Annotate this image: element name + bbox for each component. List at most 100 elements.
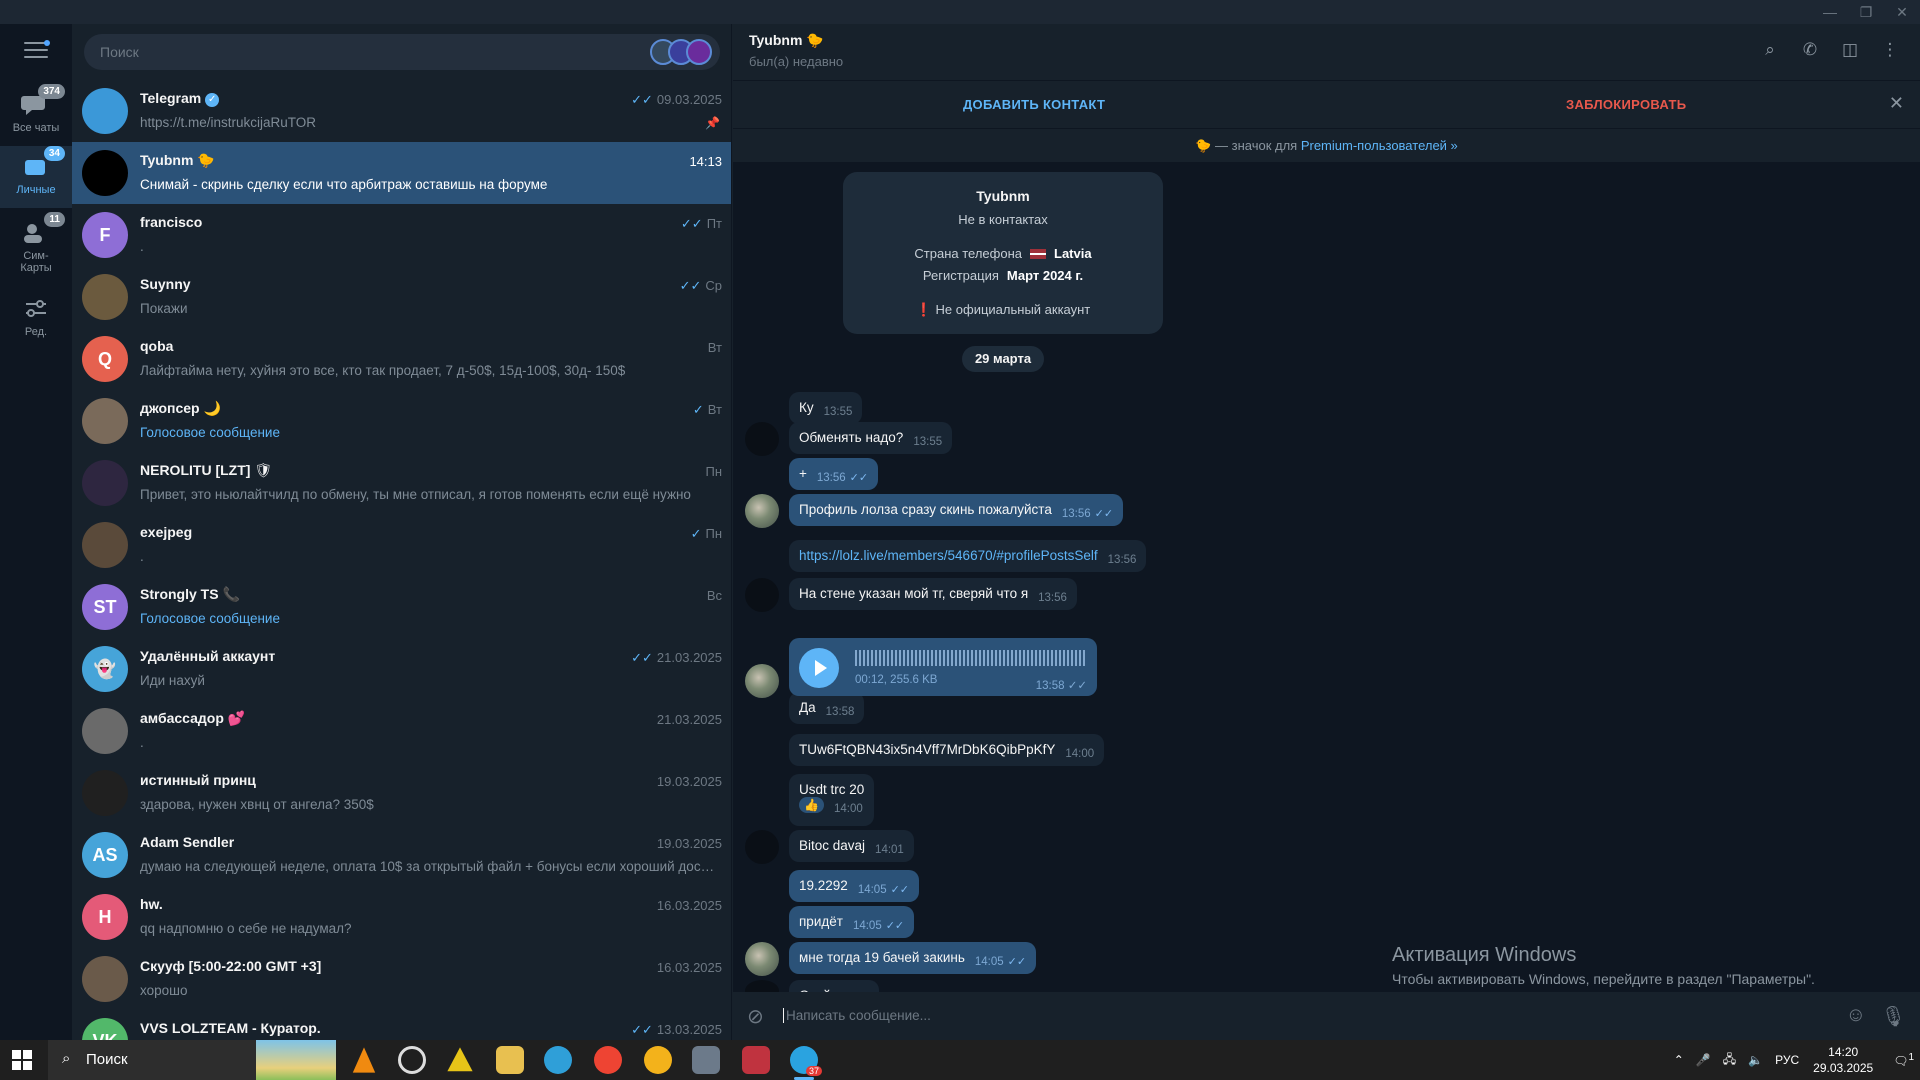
yandex-browser-icon[interactable] — [594, 1046, 622, 1074]
chat-list-item[interactable]: Ffrancisco ✓✓ Пт. — [72, 204, 731, 266]
chat-list-item[interactable]: exejpeg ✓ Пн. — [72, 514, 731, 576]
chat-date: ✓ Пн — [690, 526, 722, 541]
volume-icon[interactable]: 🔈 — [1748, 1053, 1763, 1067]
avatar[interactable] — [745, 422, 779, 456]
avatar: H — [82, 894, 128, 940]
clock[interactable]: 14:20 29.03.2025 — [1813, 1044, 1873, 1076]
message-link[interactable]: https://lolz.live/members/546670/#profil… — [799, 548, 1098, 563]
windows-taskbar: ⌕ Поиск 37 ⌃ 🎤 🖧 🔈 РУС 14:20 29.03.2025 … — [0, 1040, 1920, 1080]
folder-all-chats[interactable]: 374 Все чаты — [0, 84, 72, 146]
play-icon[interactable] — [799, 648, 839, 688]
restore-button[interactable]: ❐ — [1848, 0, 1884, 24]
attach-icon[interactable]: ⊘ — [747, 1004, 764, 1029]
notifications-icon[interactable]: 🗨1 — [1893, 1052, 1914, 1068]
microphone-icon[interactable]: 🎙 — [1881, 1004, 1906, 1029]
vlc-icon[interactable] — [352, 1047, 376, 1073]
folder-edit[interactable]: Ред. — [0, 288, 72, 344]
more-options-icon[interactable]: ⋮ — [1870, 40, 1910, 60]
message-time: 13:56 — [1038, 592, 1067, 604]
chat-name: Suynny — [140, 276, 191, 292]
avatar: 👻 — [82, 646, 128, 692]
incoming-message[interactable]: TUw6FtQBN43ix5n4Vff7MrDbK6QibPpKfY 14:00 — [789, 734, 1105, 766]
block-user-button[interactable]: ЗАБЛОКИРОВАТЬ — [1566, 97, 1686, 112]
emoji-icon[interactable]: ☺ — [1846, 1004, 1866, 1027]
incoming-message[interactable]: Ку 13:55 — [789, 392, 863, 424]
chat-list-item[interactable]: амбассадор 💕 21.03.2025. — [72, 700, 731, 762]
main-menu-icon[interactable] — [24, 40, 50, 60]
chat-list-item[interactable]: Hhw. 16.03.2025 qq надпомню о себе не наду… — [72, 886, 731, 948]
contact-action-bar: ДОБАВИТЬ КОНТАКТ ЗАБЛОКИРОВАТЬ ✕ — [733, 80, 1920, 128]
search-icon[interactable]: ⌕ — [1750, 40, 1790, 60]
add-contact-button[interactable]: ДОБАВИТЬ КОНТАКТ — [963, 97, 1105, 112]
status-emoji-icon: 🛡 — [254, 462, 273, 478]
microphone-icon[interactable]: 🎤 — [1696, 1053, 1711, 1067]
chat-header[interactable]: Tyubnm 🐤 был(а) недавно ⌕ ✆ ◫ ⋮ — [733, 24, 1920, 80]
chat-date: ✓✓ 21.03.2025 — [631, 650, 722, 665]
incoming-message[interactable]: Обменять надо? 13:55 — [789, 422, 953, 454]
sidebar-toggle-icon[interactable]: ◫ — [1830, 40, 1870, 60]
app-yellow-icon[interactable] — [644, 1046, 672, 1074]
chat-preview: думаю на следующей неделе, оплата 10$ за… — [140, 859, 720, 874]
chat-list-item[interactable]: истинный принц 19.03.2025 здарова, нужен х… — [72, 762, 731, 824]
app-red-icon[interactable] — [742, 1046, 770, 1074]
status-emoji-icon: 📞 — [222, 586, 240, 602]
phone-icon[interactable]: ✆ — [1790, 40, 1830, 60]
incoming-message[interactable]: Bitoc davaj 14:01 — [789, 830, 914, 862]
app-gray-icon[interactable] — [692, 1046, 720, 1074]
chat-preview: Иди нахуй — [140, 673, 205, 688]
avatar[interactable] — [745, 494, 779, 528]
language-indicator[interactable]: РУС — [1775, 1053, 1799, 1067]
incoming-message[interactable]: Да 13:58 — [789, 692, 865, 724]
message-input[interactable]: Написать сообщение... — [783, 1008, 931, 1023]
minimize-button[interactable]: — — [1812, 0, 1848, 24]
incoming-message[interactable]: На стене указан мой тг, сверяй что я 13:5… — [789, 578, 1077, 610]
chat-preview: Привет, это ньюлайтчилд по обмену, ты мн… — [140, 487, 691, 502]
premium-link[interactable]: Premium-пользователей » — [1301, 138, 1458, 153]
incoming-message[interactable]: Usdt trc 20 👍 14:00 — [789, 774, 875, 826]
chat-list-item[interactable]: Tyubnm 🐤 14:13 Снимай - скринь сделку если … — [72, 142, 731, 204]
avatar[interactable] — [745, 664, 779, 698]
avatar[interactable] — [745, 942, 779, 976]
close-window-button[interactable]: ✕ — [1884, 0, 1920, 24]
chat-list-item[interactable]: 👻 Удалённый аккаунт ✓✓ 21.03.2025 Иди нахуй — [72, 638, 731, 700]
outgoing-message[interactable]: Профиль лолза сразу скинь пожалуйста 13:5… — [789, 494, 1124, 526]
voice-message[interactable]: 00:12, 255.6 KB 13:58 ✓✓ — [789, 638, 1097, 696]
edge-icon[interactable] — [544, 1046, 572, 1074]
avatar[interactable] — [745, 830, 779, 864]
network-icon[interactable]: 🖧 — [1723, 1050, 1736, 1071]
windows-start-icon[interactable] — [12, 1050, 32, 1070]
warning-app-icon[interactable] — [447, 1047, 473, 1072]
stories-avatars[interactable] — [650, 39, 712, 65]
outgoing-message[interactable]: +13:56 ✓✓ — [789, 458, 879, 490]
folder-personal[interactable]: 34 Личные — [0, 146, 72, 208]
chat-preview: Голосовое сообщение — [140, 611, 280, 626]
chevron-up-icon[interactable]: ⌃ — [1674, 1053, 1684, 1067]
chat-list-item[interactable]: Скууф [5:00-22:00 GMT +3] 16.03.2025 хорош… — [72, 948, 731, 1010]
chat-list-item[interactable]: NEROLITU [LZT] 🛡 Пн Привет, это ньюлайтчилд… — [72, 452, 731, 514]
close-icon[interactable]: ✕ — [1889, 93, 1904, 114]
chat-name: амбассадор 💕 — [140, 710, 246, 726]
telegram-taskbar-icon[interactable]: 37 — [790, 1046, 822, 1080]
incoming-message[interactable]: https://lolz.live/members/546670/#profil… — [789, 540, 1147, 572]
app-circle-icon[interactable] — [398, 1046, 426, 1074]
chat-list-item[interactable]: джопсер 🌙 ✓ Вт Голосовое сообщение — [72, 390, 731, 452]
chat-list-item[interactable]: Telegram ✓ ✓✓ 09.03.2025 https://t.me/instru… — [72, 80, 731, 142]
chat-list-item[interactable]: Suynny ✓✓ Ср Покажи — [72, 266, 731, 328]
folder-label: Все чаты — [12, 122, 60, 134]
search-input[interactable]: Поиск — [84, 34, 720, 70]
chat-list-item[interactable]: VK VVS LOLZTEAM - Куратор. ✓✓13.03.2025 — [72, 1010, 731, 1040]
info-name: Tyubnm — [976, 188, 1030, 204]
outgoing-message[interactable]: 19.2292 14:05 ✓✓ — [789, 870, 920, 902]
file-explorer-icon[interactable] — [496, 1046, 524, 1074]
folder-sim-cards[interactable]: 11 Сим-Карты — [0, 212, 72, 286]
waveform[interactable] — [855, 650, 1087, 666]
chat-list-item[interactable]: AS Adam Sendler 19.03.2025 думаю на следующ… — [72, 824, 731, 886]
taskbar-search[interactable]: ⌕ Поиск — [48, 1040, 336, 1080]
outgoing-message[interactable]: мне тогда 19 бачей закинь 14:05 ✓✓ — [789, 942, 1037, 974]
reaction-badge[interactable]: 👍 — [799, 797, 824, 813]
outgoing-message[interactable]: придёт 14:05 ✓✓ — [789, 906, 915, 938]
chat-date: ✓✓ Пт — [680, 216, 722, 231]
avatar[interactable] — [745, 578, 779, 612]
chat-list-item[interactable]: ST Strongly TS 📞 Вс Голосовое сообщение — [72, 576, 731, 638]
chat-list-item[interactable]: Qqoba Вт Лайфтайма нету, хуйня это все, кт… — [72, 328, 731, 390]
